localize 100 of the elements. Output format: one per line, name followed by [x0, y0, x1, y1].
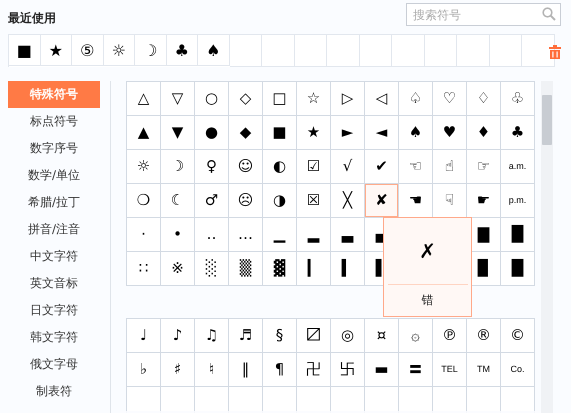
symbol-cell[interactable]: ‖ — [229, 353, 263, 387]
symbol-cell[interactable]: ☜ — [399, 150, 433, 184]
symbol-cell[interactable]: ☞ — [467, 150, 501, 184]
symbol-cell[interactable]: ◐ — [263, 150, 297, 184]
symbol-cell[interactable]: ☝ — [433, 150, 467, 184]
symbol-cell[interactable]: ♠ — [399, 116, 433, 150]
symbol-cell[interactable]: ░ — [195, 252, 229, 286]
symbol-cell[interactable]: √ — [331, 150, 365, 184]
symbol-cell[interactable]: ► — [331, 116, 365, 150]
symbol-cell[interactable]: █ — [501, 252, 535, 286]
category-item[interactable]: 数学/单位 — [8, 162, 100, 189]
symbol-cell[interactable]: ♀ — [195, 150, 229, 184]
category-item[interactable]: 韩文字符 — [8, 324, 100, 351]
scroll-thumb[interactable] — [542, 95, 552, 145]
symbol-cell[interactable]: ‥ — [195, 218, 229, 252]
symbol-cell[interactable]: TEL — [433, 353, 467, 387]
symbol-cell[interactable]: ♦ — [467, 116, 501, 150]
symbol-cell[interactable]: ♧ — [501, 82, 535, 116]
symbol-cell[interactable]: ★ — [297, 116, 331, 150]
category-item[interactable]: 标点符号 — [8, 108, 100, 135]
symbol-cell[interactable]: ¶ — [263, 353, 297, 387]
symbol-cell[interactable]: ☼ — [127, 150, 161, 184]
symbol-cell[interactable]: ♣ — [501, 116, 535, 150]
recent-symbol[interactable]: ★ — [40, 35, 72, 66]
symbol-cell[interactable]: ♪ — [161, 319, 195, 353]
category-item[interactable]: 英文音标 — [8, 270, 100, 297]
symbol-cell[interactable]: ☺ — [229, 150, 263, 184]
symbol-cell[interactable]: ♬ — [229, 319, 263, 353]
symbol-cell[interactable]: ▂ — [297, 218, 331, 252]
symbol-cell[interactable]: ◆ — [229, 116, 263, 150]
symbol-cell[interactable]: ▓ — [263, 252, 297, 286]
recent-symbol[interactable]: ♣ — [166, 35, 198, 66]
symbol-cell[interactable]: ❍ — [127, 184, 161, 218]
symbol-cell[interactable]: ✘ — [365, 184, 399, 218]
symbol-cell[interactable]: ╳ — [331, 184, 365, 218]
symbol-cell[interactable]: ☾ — [161, 184, 195, 218]
symbol-cell[interactable]: 卍 — [297, 353, 331, 387]
symbol-cell[interactable]: ▃ — [331, 218, 365, 252]
symbol-cell[interactable]: ♢ — [467, 82, 501, 116]
category-item[interactable]: 日文字符 — [8, 297, 100, 324]
symbol-cell[interactable]: ◑ — [263, 184, 297, 218]
symbol-cell[interactable]: ♩ — [127, 319, 161, 353]
symbol-cell[interactable]: § — [263, 319, 297, 353]
symbol-cell[interactable]: ▷ — [331, 82, 365, 116]
symbol-cell[interactable]: p.m. — [501, 184, 535, 218]
symbol-cell[interactable]: ▼ — [161, 116, 195, 150]
symbol-cell[interactable]: TM — [467, 353, 501, 387]
category-item[interactable]: 数字序号 — [8, 135, 100, 162]
scrollbar[interactable] — [541, 81, 553, 413]
symbol-cell[interactable]: ● — [195, 116, 229, 150]
category-item[interactable]: 拼音/注音 — [8, 216, 100, 243]
category-item[interactable]: 希腊/拉丁 — [8, 189, 100, 216]
symbol-cell[interactable]: ¤ — [365, 319, 399, 353]
symbol-cell[interactable]: ▒ — [229, 252, 263, 286]
symbol-cell[interactable]: █ — [501, 218, 535, 252]
recent-symbol[interactable]: ■ — [9, 35, 40, 66]
recent-symbol[interactable]: ☽ — [135, 35, 166, 66]
symbol-cell[interactable]: ◄ — [365, 116, 399, 150]
symbol-cell[interactable]: ☆ — [297, 82, 331, 116]
category-item[interactable]: 俄文字母 — [8, 351, 100, 378]
symbol-cell[interactable]: ♫ — [195, 319, 229, 353]
symbol-cell[interactable]: ۞ — [399, 319, 433, 353]
recent-symbol[interactable]: ♠ — [198, 35, 230, 66]
symbol-cell[interactable]: ○ — [195, 82, 229, 116]
symbol-cell[interactable]: · — [127, 218, 161, 252]
symbol-cell[interactable]: ▎ — [297, 252, 331, 286]
symbol-cell[interactable]: ∷ — [127, 252, 161, 286]
symbol-cell[interactable]: 〼 — [297, 319, 331, 353]
symbol-cell[interactable]: ♂ — [195, 184, 229, 218]
recent-symbol[interactable]: ☼ — [104, 35, 135, 66]
category-item[interactable]: 中文字符 — [8, 243, 100, 270]
symbol-cell[interactable]: ☽ — [161, 150, 195, 184]
symbol-cell[interactable]: □ — [263, 82, 297, 116]
symbol-cell[interactable]: ▽ — [161, 82, 195, 116]
symbol-cell[interactable]: ◎ — [331, 319, 365, 353]
symbol-cell[interactable]: ▍ — [331, 252, 365, 286]
symbol-cell[interactable]: ♭ — [127, 353, 161, 387]
symbol-cell[interactable]: ◁ — [365, 82, 399, 116]
symbol-cell[interactable]: ☑ — [297, 150, 331, 184]
symbol-cell[interactable]: 〓 — [399, 353, 433, 387]
symbol-cell[interactable]: ♮ — [195, 353, 229, 387]
search-icon[interactable] — [542, 7, 556, 21]
symbol-cell[interactable]: ℗ — [433, 319, 467, 353]
symbol-cell[interactable]: ※ — [161, 252, 195, 286]
symbol-cell[interactable]: … — [229, 218, 263, 252]
symbol-cell[interactable]: ◇ — [229, 82, 263, 116]
symbol-cell[interactable]: ♡ — [433, 82, 467, 116]
symbol-cell[interactable]: ■ — [263, 116, 297, 150]
symbol-cell[interactable]: ♥ — [433, 116, 467, 150]
symbol-cell[interactable]: ♯ — [161, 353, 195, 387]
symbol-cell[interactable]: ▬ — [365, 353, 399, 387]
symbol-cell[interactable]: © — [501, 319, 535, 353]
symbol-cell[interactable]: ▲ — [127, 116, 161, 150]
recent-symbol[interactable]: ⑤ — [72, 35, 104, 66]
symbol-cell[interactable]: 卐 — [331, 353, 365, 387]
symbol-cell[interactable]: ☒ — [297, 184, 331, 218]
symbol-cell[interactable]: ♤ — [399, 82, 433, 116]
symbol-cell[interactable]: ▁ — [263, 218, 297, 252]
search-field[interactable]: 搜索符号 — [406, 3, 561, 26]
symbol-cell[interactable]: a.m. — [501, 150, 535, 184]
